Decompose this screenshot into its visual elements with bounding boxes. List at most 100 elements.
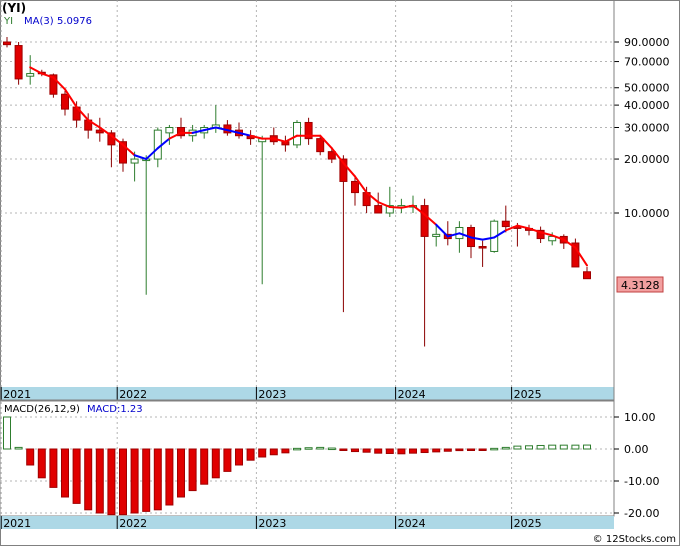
- price-tick-label: 40.0000: [624, 99, 670, 112]
- macd-date-label: 2022: [119, 517, 147, 530]
- macd-bar: [583, 444, 591, 450]
- watermark: © 12Stocks.com: [593, 534, 676, 545]
- price-tick-label: 70.0000: [624, 56, 670, 69]
- macd-bar: [246, 448, 255, 461]
- macd-bar: [525, 445, 533, 450]
- macd-bar: [304, 447, 313, 450]
- ma-segment: [388, 206, 403, 209]
- date-label: 2022: [119, 388, 147, 401]
- macd-bar: [362, 448, 371, 453]
- macd-label: MACD(26,12,9): [4, 404, 80, 415]
- candle-body: [95, 129, 104, 134]
- macd-bar: [142, 448, 151, 512]
- price-tick-label: 90.0000: [624, 36, 670, 49]
- macd-bar: [188, 448, 197, 492]
- macd-bar: [571, 444, 580, 450]
- legend-ma-value: 5.0976: [57, 16, 92, 27]
- macd-bar: [84, 448, 93, 511]
- candle-body: [130, 158, 139, 164]
- candle-body: [3, 41, 11, 46]
- macd-bar: [107, 448, 116, 516]
- macd-bar: [153, 448, 162, 511]
- legend-symbol: YI: [3, 16, 13, 27]
- candle-body: [61, 93, 69, 110]
- macd-bar: [501, 446, 510, 450]
- macd-bar: [467, 448, 475, 451]
- macd-bar: [432, 448, 441, 453]
- macd-bar: [119, 448, 127, 516]
- macd-bar: [200, 448, 209, 485]
- candle: [14, 42, 23, 85]
- last-price-label: 4.3128: [621, 279, 660, 292]
- macd-bar: [409, 448, 417, 454]
- price-tick-label: 30.0000: [624, 122, 670, 135]
- legend-ma: MA(3): [24, 16, 54, 27]
- macd-bar: [339, 448, 348, 451]
- macd-bar: [14, 446, 23, 450]
- macd-tick-label: -10.00: [624, 475, 659, 488]
- macd-bar: [293, 447, 301, 451]
- macd-bar: [443, 448, 452, 452]
- candle-body: [153, 129, 162, 160]
- candle-body: [501, 220, 510, 228]
- macd-bar: [235, 448, 243, 466]
- candle-body: [432, 233, 441, 237]
- macd-tick-label: 0.00: [624, 443, 649, 456]
- macd-bar: [490, 447, 499, 451]
- macd-bar: [95, 448, 104, 514]
- macd-tick-label: -20.00: [624, 507, 659, 520]
- macd-bar: [351, 448, 359, 453]
- symbol-title: (YI): [2, 1, 26, 15]
- macd-bar: [536, 444, 545, 450]
- macd-bar: [374, 448, 383, 454]
- macd-bar: [420, 448, 429, 454]
- macd-bar: [26, 448, 35, 466]
- candle-body: [14, 45, 23, 80]
- candle-body: [583, 271, 591, 280]
- macd-date-label: 2025: [514, 517, 542, 530]
- macd-bar: [177, 448, 185, 498]
- macd-bar: [455, 448, 464, 452]
- macd-tick-label: 10.00: [624, 411, 656, 424]
- macd-bar: [281, 448, 290, 454]
- macd-date-label: 2024: [398, 517, 426, 530]
- macd-bar: [385, 448, 394, 454]
- macd-bar: [130, 448, 139, 514]
- date-label: 2024: [398, 388, 426, 401]
- macd-bar: [49, 448, 58, 488]
- macd-bar: [327, 447, 336, 451]
- candle-body: [26, 73, 35, 77]
- macd-bar: [61, 448, 69, 498]
- macd-bar: [258, 448, 267, 458]
- macd-bar: [316, 446, 325, 450]
- candle-body: [316, 138, 325, 153]
- macd-value-label: MACD:1.23: [87, 404, 143, 415]
- date-label: 2021: [3, 388, 31, 401]
- macd-bar: [397, 448, 406, 455]
- candle-body: [293, 121, 301, 146]
- macd-bar: [165, 448, 174, 506]
- macd-bar: [478, 448, 487, 451]
- macd-bar: [223, 448, 232, 472]
- macd-bar: [72, 448, 81, 504]
- macd-date-label: 2021: [3, 517, 31, 530]
- macd-bar: [548, 444, 557, 450]
- candle-body: [351, 180, 359, 194]
- candle: [293, 120, 301, 149]
- candle-body: [165, 127, 174, 134]
- macd-bar: [513, 445, 522, 450]
- candle-body: [478, 246, 487, 249]
- price-tick-label: 10.0000: [624, 207, 670, 220]
- macd-date-label: 2023: [258, 517, 286, 530]
- date-label: 2025: [514, 388, 542, 401]
- price-tick-label: 20.0000: [624, 153, 670, 166]
- price-tick-label: 50.0000: [624, 82, 670, 95]
- stock-chart: 90.0000 70.0000 50.0000 40.0000 30.0000 20.00…: [0, 0, 680, 546]
- macd-bar: [211, 448, 220, 479]
- candle-body: [420, 205, 429, 237]
- macd-bar: [559, 444, 568, 450]
- macd-bar: [37, 448, 46, 479]
- candle-body: [374, 205, 383, 214]
- date-label: 2023: [258, 388, 286, 401]
- macd-bar: [269, 448, 278, 456]
